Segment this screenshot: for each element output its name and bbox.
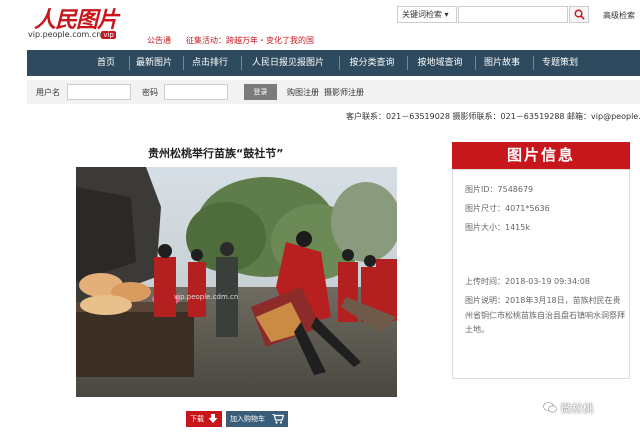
site-logo[interactable]: 人民图片 vip.people.com.cn vip — [28, 2, 140, 44]
notice-label[interactable]: 公告通 — [147, 35, 171, 46]
nav-divider — [183, 56, 184, 70]
nav-people-daily[interactable]: 人民日报见报图片 — [245, 50, 331, 76]
photo-title: 贵州松桃举行苗族“鼓社节” — [148, 147, 284, 160]
search-type-select[interactable]: 关键词检索 ▾ — [397, 6, 457, 23]
nav-home[interactable]: 首页 — [93, 50, 119, 76]
photo-filesize: 图片大小：1415k — [465, 223, 530, 232]
nav-by-region[interactable]: 按地域查询 — [411, 50, 469, 76]
contact-info: 客户联系：021－63519028 摄影师联系：021－63519288 邮箱：… — [346, 112, 640, 121]
nav-specials[interactable]: 专题策划 — [537, 50, 583, 76]
login-bar: 用户名 密码 登录 购图注册 摄影师注册 — [27, 80, 640, 104]
login-button[interactable]: 登录 — [244, 84, 277, 100]
nav-ranking[interactable]: 点击排行 — [187, 50, 233, 76]
main-nav: 首页 最新图片 点击排行 人民日报见报图片 按分类查询 按地域查询 图片故事 专… — [27, 50, 640, 76]
advanced-search-link[interactable]: 高级检索 — [603, 10, 635, 21]
username-label: 用户名 — [36, 88, 60, 97]
ceremony-photo-illustration — [76, 167, 397, 397]
nav-divider — [407, 56, 408, 70]
nav-divider — [129, 56, 130, 70]
photo-watermark: vip.people.cdm.cn — [174, 293, 239, 301]
username-input[interactable] — [67, 84, 131, 100]
photo-description: 图片说明：2018年3月18日，苗族村民在贵州省铜仁市松桃苗族自治县盘石镇响水洞… — [465, 296, 625, 334]
photographer-register-link[interactable]: 摄影师注册 — [324, 87, 364, 98]
nav-latest[interactable]: 最新图片 — [133, 50, 175, 76]
notice-text[interactable]: 征集活动：跨越万年・变化了我的国 — [186, 35, 314, 46]
search-button[interactable] — [569, 6, 589, 23]
download-button[interactable]: 下载 — [186, 411, 222, 427]
nav-divider — [339, 56, 340, 70]
vip-badge: vip — [101, 31, 116, 39]
search-icon — [574, 9, 585, 20]
nav-stories[interactable]: 图片故事 — [479, 50, 525, 76]
wechat-badge: 微松桃 — [543, 400, 594, 416]
photo-dimensions: 图片尺寸：4071*5636 — [465, 204, 550, 213]
nav-by-category[interactable]: 按分类查询 — [343, 50, 401, 76]
info-panel: 图片ID：7548679 图片尺寸：4071*5636 图片大小：1415k 上… — [452, 169, 630, 379]
nav-divider — [533, 56, 534, 70]
photo-id: 图片ID：7548679 — [465, 185, 534, 194]
info-heading: 图片信息 — [452, 142, 630, 169]
upload-time: 上传时间：2018-03-19 09:34:08 — [465, 277, 590, 286]
cart-icon — [272, 414, 284, 424]
main-photo[interactable]: vip.people.cdm.cn — [76, 167, 397, 397]
download-icon — [208, 414, 218, 423]
wechat-icon — [543, 402, 557, 413]
nav-divider — [241, 56, 242, 70]
add-to-cart-button[interactable]: 加入购物车 — [226, 411, 288, 427]
password-label: 密码 — [142, 88, 158, 97]
search-input[interactable] — [458, 6, 568, 23]
nav-divider — [475, 56, 476, 70]
password-input[interactable] — [164, 84, 228, 100]
logo-url: vip.people.com.cn vip — [28, 30, 116, 39]
buyer-register-link[interactable]: 购图注册 — [287, 87, 319, 98]
